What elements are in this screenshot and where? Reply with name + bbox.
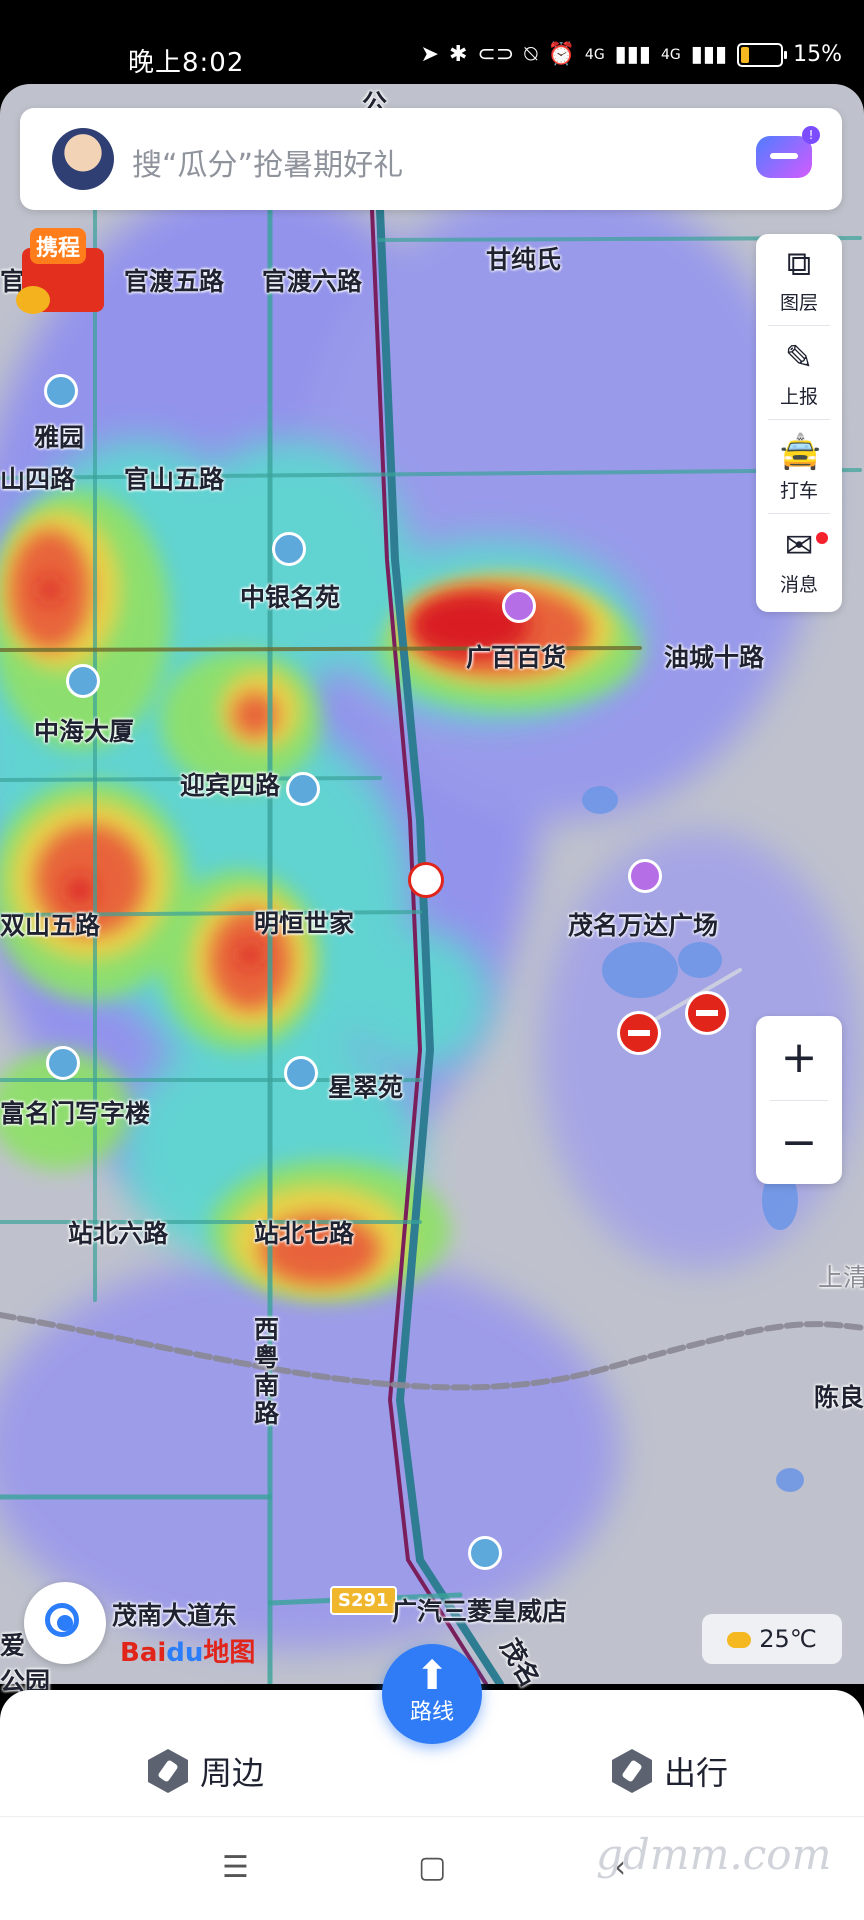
- search-placeholder[interactable]: 搜“瓜分”抢暑期好礼: [132, 140, 403, 184]
- travel-icon: [612, 1749, 652, 1793]
- map-tool-panel: ⧉ 图层 ✎ 上报 🚖 打车 ✉ 消息: [756, 234, 842, 612]
- map-label: 陈良: [814, 1383, 864, 1412]
- layers-button[interactable]: ⧉ 图层: [756, 234, 842, 326]
- battery-percent: 15%: [793, 42, 842, 67]
- map-label: 站北七路: [254, 1219, 355, 1248]
- map-label: 富名门写字楼: [0, 1099, 151, 1128]
- notification-badge: !: [802, 126, 820, 144]
- message-button[interactable]: ✉ 消息: [756, 516, 842, 608]
- baidu-map-logo: Baidu地图: [120, 1632, 255, 1669]
- message-label: 消息: [779, 574, 818, 596]
- signal-icon: ▮▮▮: [690, 42, 728, 67]
- network-2: 4G: [661, 46, 681, 63]
- map-label: 中银名苑: [240, 583, 341, 612]
- baidu-logo-bai: Bai: [120, 1638, 167, 1668]
- no-entry-icon[interactable]: [688, 994, 726, 1032]
- building-poi-icon[interactable]: [44, 374, 78, 408]
- message-icon: ✉: [784, 526, 814, 566]
- travel-label: 出行: [664, 1754, 729, 1792]
- coin-icon: [16, 286, 50, 314]
- building-poi-icon[interactable]: [286, 772, 320, 806]
- map-label: 官山五路: [124, 465, 225, 494]
- map-label: 中海大厦: [34, 717, 135, 746]
- promo-tag: 携程: [30, 228, 87, 264]
- map-label: 上清: [818, 1263, 864, 1292]
- route-label: 路线: [409, 1700, 454, 1725]
- status-bar: 晚上8:02 ➤ ✱ ⊂⊃ ⍉ ⏰ 4G ▮▮▮ 4G ▮▮▮ 15%: [0, 0, 864, 90]
- ctrip-promo[interactable]: 携程: [14, 228, 110, 318]
- taxi-icon: 🚖: [779, 432, 822, 472]
- assistant-icon[interactable]: [756, 136, 812, 178]
- layers-icon: ⧉: [786, 244, 812, 284]
- signal-icon: ▮▮▮: [614, 42, 651, 67]
- map-label: 广汽三菱皇威店: [392, 1597, 568, 1626]
- watermark: gdmm.com: [596, 1830, 832, 1879]
- unread-dot: [816, 532, 828, 544]
- alarm-icon: ⏰: [547, 42, 575, 67]
- home-nav-icon[interactable]: ▢: [418, 1850, 446, 1885]
- map-label: 雅园: [34, 423, 85, 452]
- zoom-in-button[interactable]: +: [756, 1016, 842, 1100]
- status-time: 晚上8:02: [128, 48, 245, 78]
- toggle-icon: ⊂⊃: [477, 42, 515, 67]
- nearby-button[interactable]: 周边: [148, 1748, 264, 1794]
- location-icon: ➤: [420, 42, 439, 67]
- heatmap-map[interactable]: S291: [0, 84, 864, 1684]
- zoom-control: + −: [756, 1016, 842, 1184]
- nearby-label: 周边: [200, 1754, 265, 1792]
- shopping-poi-icon[interactable]: [628, 859, 662, 893]
- map-label: 油城十路: [664, 643, 765, 672]
- temperature: 25℃: [759, 1625, 817, 1653]
- building-poi-icon[interactable]: [46, 1046, 80, 1080]
- taxi-button[interactable]: 🚖 打车: [756, 422, 842, 514]
- status-icons: ➤ ✱ ⊂⊃ ⍉ ⏰ 4G ▮▮▮ 4G ▮▮▮ 15%: [421, 42, 842, 67]
- building-poi-icon[interactable]: [284, 1056, 318, 1090]
- map-label: 茂南大道东: [112, 1601, 238, 1630]
- report-icon: ✎: [784, 338, 814, 378]
- map-label: 广百百货: [466, 643, 567, 672]
- shopping-poi-icon[interactable]: [502, 589, 536, 623]
- car-poi-icon[interactable]: [468, 1536, 502, 1570]
- map-label: 迎宾四路: [180, 771, 281, 800]
- search-bar[interactable]: 搜“瓜分”抢暑期好礼 !: [20, 108, 842, 210]
- traffic-event-icon[interactable]: [408, 862, 444, 898]
- taxi-label: 打车: [779, 480, 818, 502]
- menu-nav-icon[interactable]: ☰: [222, 1850, 249, 1885]
- map-label: 茂名万达广场: [568, 911, 719, 940]
- route-arrow-icon: ⬆: [415, 1653, 449, 1699]
- avatar[interactable]: [52, 128, 114, 190]
- weather-widget[interactable]: 25℃: [702, 1614, 842, 1664]
- map-label: 站北六路: [68, 1219, 169, 1248]
- layers-label: 图层: [779, 292, 818, 314]
- map-label: 山四路: [0, 465, 76, 494]
- baidu-logo-map: 地图: [203, 1638, 256, 1668]
- compass-icon: [148, 1749, 188, 1793]
- battery-icon: [737, 42, 788, 67]
- map-label: 西粤南路: [254, 1315, 280, 1428]
- report-label: 上报: [779, 386, 818, 408]
- report-button[interactable]: ✎ 上报: [756, 328, 842, 420]
- route-button[interactable]: ⬆ 路线: [382, 1644, 482, 1744]
- baidu-logo-du: du: [166, 1638, 204, 1668]
- no-entry-icon[interactable]: [620, 1014, 658, 1052]
- map-label: 甘纯氏: [486, 245, 562, 274]
- bluetooth-icon: ✱: [448, 42, 468, 67]
- weather-icon: [727, 1632, 752, 1648]
- highway-shield: S291: [330, 1586, 397, 1615]
- zoom-out-button[interactable]: −: [756, 1101, 842, 1185]
- locate-dot: [57, 1615, 73, 1631]
- system-nav-divider: [0, 1816, 864, 1817]
- mute-icon: ⍉: [524, 42, 538, 67]
- map-label: 双山五路: [0, 911, 101, 940]
- map-label: 官渡五路: [124, 267, 225, 296]
- map-label: 爱: [0, 1631, 26, 1660]
- network-1: 4G: [584, 46, 605, 63]
- locate-button[interactable]: [24, 1582, 106, 1664]
- map-label: 星翠苑: [328, 1073, 404, 1102]
- map-label: 官渡六路: [262, 267, 363, 296]
- building-poi-icon[interactable]: [272, 532, 306, 566]
- travel-button[interactable]: 出行: [612, 1748, 728, 1794]
- map-label: 明恒世家: [254, 909, 355, 938]
- building-poi-icon[interactable]: [66, 664, 100, 698]
